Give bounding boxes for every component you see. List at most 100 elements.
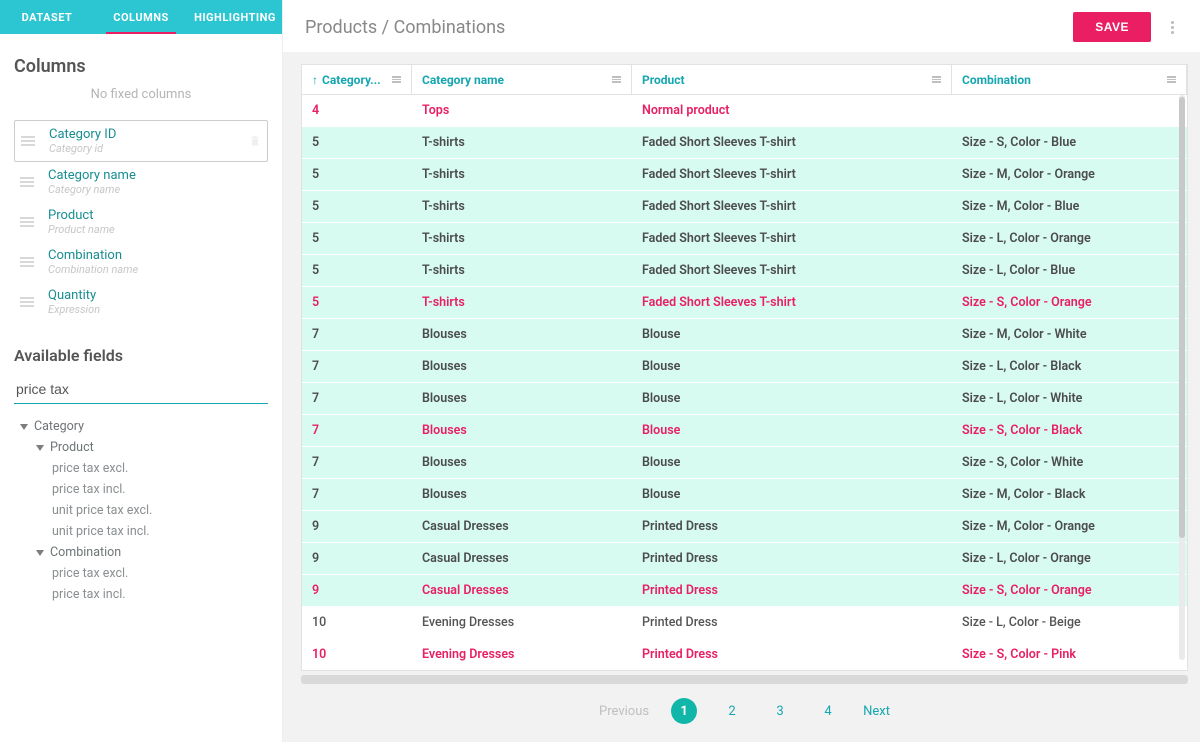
column-item-name: Category ID: [49, 127, 249, 142]
table-cell: Faded Short Sleeves T-shirt: [632, 135, 952, 150]
table-row[interactable]: 10Evening DressesPrinted DressSize - S, …: [302, 639, 1187, 670]
table-cell: Normal product: [632, 103, 952, 118]
table-cell: Blouse: [632, 327, 952, 342]
no-fixed-columns-hint: No fixed columns: [14, 87, 268, 102]
table-cell: Blouses: [412, 391, 632, 406]
table-cell: Blouses: [412, 455, 632, 470]
tree-leaf[interactable]: price tax incl.: [14, 584, 268, 605]
table-cell: Size - L, Color - Beige: [952, 615, 1187, 630]
pager-page[interactable]: 1: [671, 698, 697, 724]
table-cell: Size - L, Color - White: [952, 391, 1187, 406]
table-row[interactable]: 9Casual DressesPrinted DressSize - L, Co…: [302, 543, 1187, 575]
column-menu-icon[interactable]: [392, 76, 401, 83]
table-cell: Evening Dresses: [412, 615, 632, 630]
column-menu-icon[interactable]: [612, 76, 621, 83]
drag-handle-icon[interactable]: [21, 136, 35, 146]
table-row[interactable]: 5T-shirtsFaded Short Sleeves T-shirtSize…: [302, 223, 1187, 255]
column-header-label: Product: [642, 73, 685, 87]
column-item-name: Combination: [48, 248, 262, 263]
column-item[interactable]: Category nameCategory name: [14, 162, 268, 202]
tab-highlighting[interactable]: HIGHLIGHTING: [188, 0, 282, 34]
table-row[interactable]: 9Casual DressesPrinted DressSize - S, Co…: [302, 575, 1187, 607]
vertical-scrollbar[interactable]: [1179, 95, 1185, 660]
table-cell: Casual Dresses: [412, 519, 632, 534]
pager-previous[interactable]: Previous: [599, 704, 649, 719]
column-header[interactable]: Product: [632, 65, 952, 94]
table-row[interactable]: 5T-shirtsFaded Short Sleeves T-shirtSize…: [302, 127, 1187, 159]
tree-node-product[interactable]: Product: [14, 437, 268, 458]
column-item[interactable]: Category IDCategory id: [14, 120, 268, 162]
column-item[interactable]: ProductProduct name: [14, 202, 268, 242]
table-cell: 7: [302, 487, 412, 502]
pager-page[interactable]: 4: [815, 698, 841, 724]
table-cell: Faded Short Sleeves T-shirt: [632, 263, 952, 278]
trash-icon[interactable]: [249, 134, 261, 148]
column-header-label: Combination: [962, 73, 1031, 87]
drag-handle-icon[interactable]: [20, 177, 34, 187]
column-header[interactable]: Category name: [412, 65, 632, 94]
table-cell: Size - M, Color - Orange: [952, 167, 1187, 182]
more-menu-icon[interactable]: [1167, 17, 1178, 38]
tree-leaf[interactable]: price tax excl.: [14, 458, 268, 479]
column-header[interactable]: Combination: [952, 65, 1187, 94]
table-cell: Size - M, Color - Blue: [952, 199, 1187, 214]
table-row[interactable]: 7BlousesBlouseSize - S, Color - Black: [302, 415, 1187, 447]
drag-handle-icon[interactable]: [20, 297, 34, 307]
table-cell: T-shirts: [412, 263, 632, 278]
column-item-sub: Combination name: [48, 263, 262, 276]
table-row[interactable]: 10Evening DressesPrinted DressSize - L, …: [302, 607, 1187, 639]
table-row[interactable]: 7BlousesBlouseSize - M, Color - White: [302, 319, 1187, 351]
table-row[interactable]: 9Casual DressesPrinted DressSize - M, Co…: [302, 511, 1187, 543]
tab-columns[interactable]: COLUMNS: [94, 0, 188, 34]
table-cell: Size - L, Color - Orange: [952, 231, 1187, 246]
tree-leaf[interactable]: unit price tax incl.: [14, 521, 268, 542]
pager-next[interactable]: Next: [863, 704, 890, 719]
table-row[interactable]: 5T-shirtsFaded Short Sleeves T-shirtSize…: [302, 287, 1187, 319]
grid-body[interactable]: 4TopsNormal product5T-shirtsFaded Short …: [302, 95, 1187, 670]
tree-leaf[interactable]: price tax excl.: [14, 563, 268, 584]
drag-handle-icon[interactable]: [20, 217, 34, 227]
table-row[interactable]: 5T-shirtsFaded Short Sleeves T-shirtSize…: [302, 191, 1187, 223]
caret-down-icon: [36, 550, 44, 556]
pager: Previous 1234 Next: [301, 684, 1188, 730]
table-row[interactable]: 7BlousesBlouseSize - L, Color - Black: [302, 351, 1187, 383]
column-header[interactable]: Category...: [302, 65, 412, 94]
column-item-name: Quantity: [48, 288, 262, 303]
table-cell: Faded Short Sleeves T-shirt: [632, 199, 952, 214]
table-row[interactable]: 7BlousesBlouseSize - M, Color - Black: [302, 479, 1187, 511]
table-cell: Size - M, Color - Black: [952, 487, 1187, 502]
horizontal-scrollbar[interactable]: [301, 675, 1188, 684]
table-row[interactable]: 5T-shirtsFaded Short Sleeves T-shirtSize…: [302, 159, 1187, 191]
tree-leaf[interactable]: price tax incl.: [14, 479, 268, 500]
fields-tree: Category Product price tax excl.price ta…: [14, 416, 268, 605]
table-cell: Faded Short Sleeves T-shirt: [632, 295, 952, 310]
column-item[interactable]: QuantityExpression: [14, 282, 268, 322]
column-item-name: Category name: [48, 168, 262, 183]
table-row[interactable]: 4TopsNormal product: [302, 95, 1187, 127]
table-cell: 7: [302, 327, 412, 342]
column-menu-icon[interactable]: [932, 76, 941, 83]
caret-down-icon: [20, 424, 28, 430]
table-cell: 5: [302, 199, 412, 214]
save-button[interactable]: SAVE: [1073, 12, 1151, 42]
table-cell: 5: [302, 231, 412, 246]
table-row[interactable]: 7BlousesBlouseSize - L, Color - White: [302, 383, 1187, 415]
column-menu-icon[interactable]: [1167, 76, 1176, 83]
table-cell: 9: [302, 583, 412, 598]
table-row[interactable]: 5T-shirtsFaded Short Sleeves T-shirtSize…: [302, 255, 1187, 287]
tab-dataset[interactable]: DATASET: [0, 0, 94, 34]
table-cell: Blouse: [632, 487, 952, 502]
tree-node-category[interactable]: Category: [14, 416, 268, 437]
table-cell: T-shirts: [412, 167, 632, 182]
pager-page[interactable]: 3: [767, 698, 793, 724]
table-cell: Printed Dress: [632, 519, 952, 534]
drag-handle-icon[interactable]: [20, 257, 34, 267]
tree-leaf[interactable]: unit price tax excl.: [14, 500, 268, 521]
pager-page[interactable]: 2: [719, 698, 745, 724]
available-fields-search-input[interactable]: [14, 375, 268, 404]
data-grid: Category...Category name Product Combinati…: [301, 64, 1188, 671]
column-item[interactable]: CombinationCombination name: [14, 242, 268, 282]
table-row[interactable]: 7BlousesBlouseSize - S, Color - White: [302, 447, 1187, 479]
tree-node-combination[interactable]: Combination: [14, 542, 268, 563]
table-cell: Size - L, Color - Black: [952, 359, 1187, 374]
